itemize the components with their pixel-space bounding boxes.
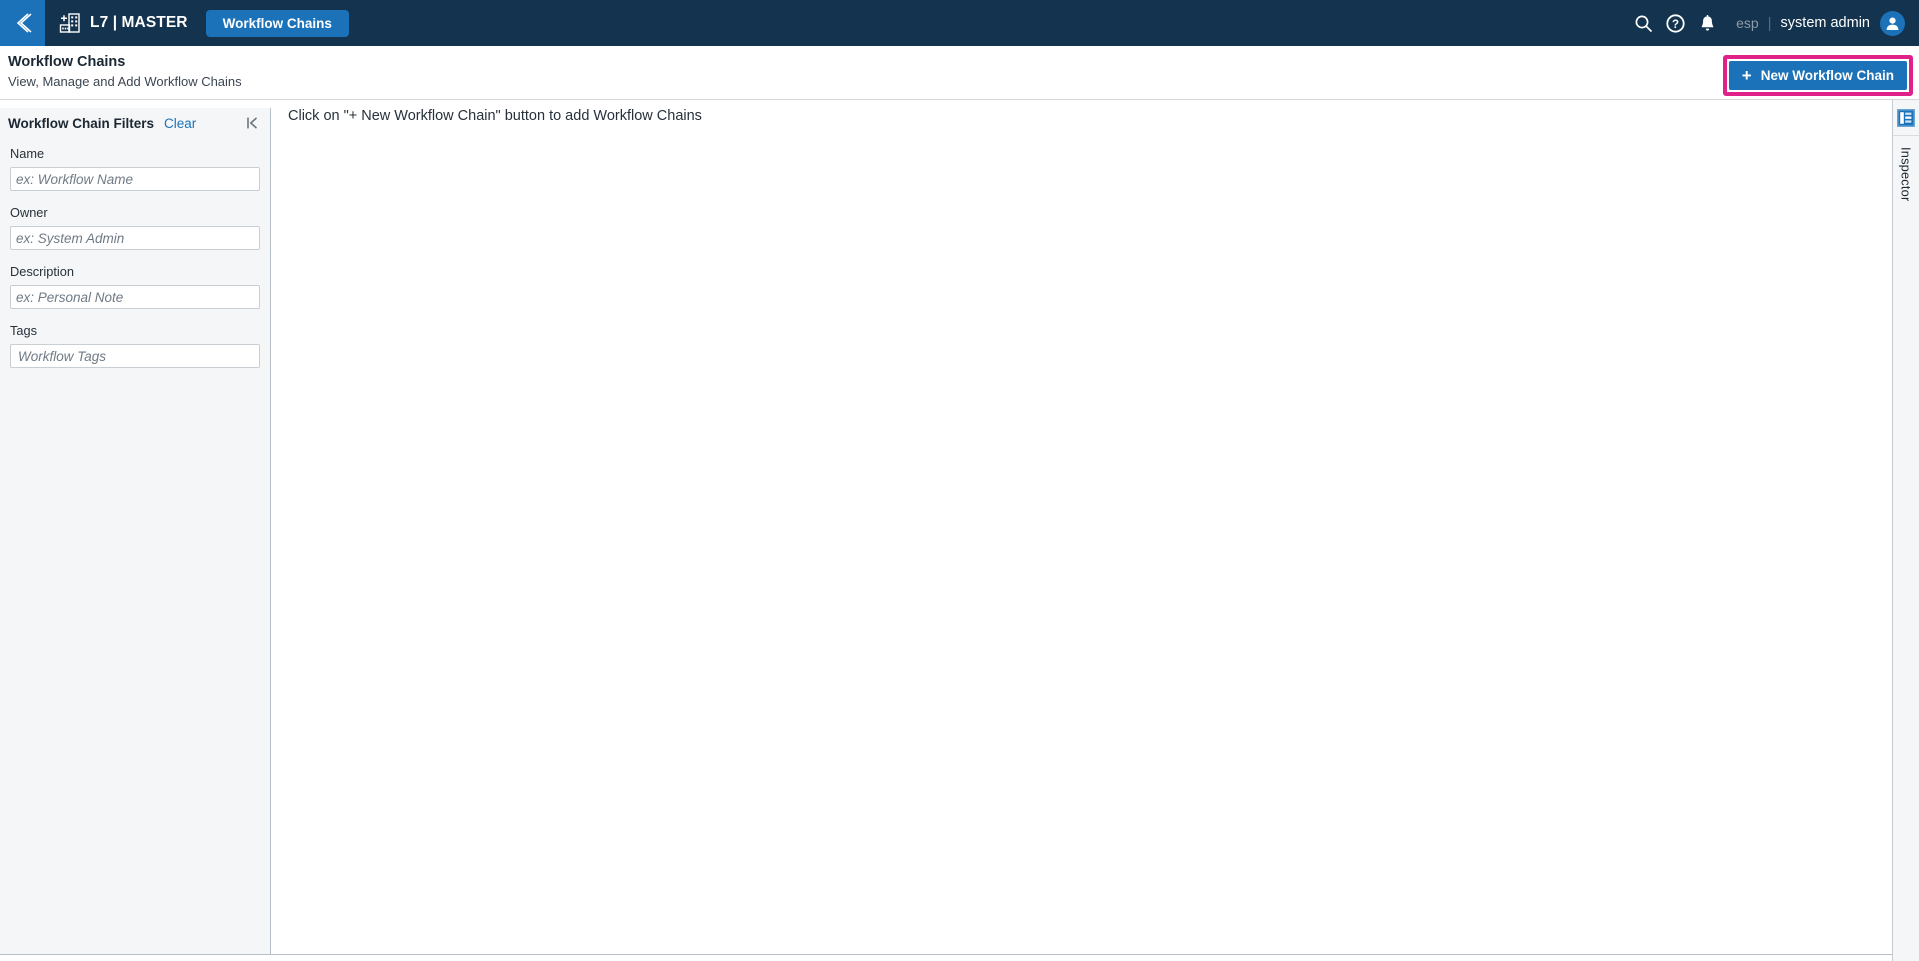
tags-input[interactable] [10, 344, 260, 368]
filters-list: Name Owner Description Tags [0, 138, 271, 382]
description-input[interactable] [10, 285, 260, 309]
page-subtitle: View, Manage and Add Workflow Chains [8, 74, 242, 89]
filter-field-tags: Tags [10, 323, 261, 368]
inspector-panel-icon [1897, 108, 1916, 127]
chevron-left-icon [13, 11, 33, 35]
collapse-panel-left-icon[interactable] [245, 116, 263, 130]
plus-icon: + [1741, 66, 1752, 85]
top-navigation-bar: L7 | MASTER Workflow Chains ? esp | syst [0, 0, 1919, 46]
new-workflow-chain-highlight: + New Workflow Chain [1722, 55, 1913, 96]
filters-sidebar: Workflow Chain Filters Clear Name Owner … [0, 108, 271, 955]
bell-icon[interactable] [1692, 8, 1722, 38]
inspector-divider [1893, 135, 1919, 136]
filter-label-tags: Tags [10, 323, 38, 338]
filter-label-description: Description [10, 264, 75, 279]
search-icon[interactable] [1628, 8, 1658, 38]
topbar-divider: | [1767, 14, 1772, 32]
page-header: Workflow Chains View, Manage and Add Wor… [0, 46, 1919, 100]
avatar[interactable] [1880, 10, 1905, 36]
clear-filters-link[interactable]: Clear [164, 116, 196, 131]
page-title: Workflow Chains [8, 54, 126, 70]
brand: L7 | MASTER [59, 12, 188, 34]
back-button[interactable] [0, 0, 45, 46]
filters-header: Workflow Chain Filters Clear [0, 108, 271, 138]
owner-input[interactable] [10, 226, 260, 250]
filters-title: Workflow Chain Filters [8, 115, 155, 131]
new-workflow-chain-button[interactable]: + New Workflow Chain [1728, 61, 1907, 90]
name-input[interactable] [10, 167, 260, 191]
main-content: Click on "+ New Workflow Chain" button t… [271, 108, 1892, 955]
filter-field-owner: Owner [10, 205, 261, 250]
filter-label-name: Name [10, 146, 45, 161]
topbar-actions: ? esp | system admin [1626, 8, 1919, 38]
svg-text:?: ? [1672, 19, 1679, 31]
filter-label-owner: Owner [10, 205, 48, 220]
filter-field-description: Description [10, 264, 261, 309]
inspector-panel-toggle[interactable]: Inspector [1892, 100, 1919, 961]
user-avatar-icon [1886, 17, 1899, 30]
inspector-label: Inspector [1898, 147, 1914, 202]
filter-field-name: Name [10, 146, 261, 191]
help-circle-icon[interactable]: ? [1660, 8, 1690, 38]
brand-name: L7 | MASTER [90, 14, 188, 31]
tab-workflow-chains[interactable]: Workflow Chains [205, 9, 349, 37]
empty-state-message: Click on "+ New Workflow Chain" button t… [288, 108, 702, 124]
facility-add-icon [59, 12, 81, 34]
new-workflow-chain-label: New Workflow Chain [1760, 68, 1894, 83]
language-selector[interactable]: esp [1736, 15, 1759, 31]
username-label[interactable]: system admin [1781, 15, 1870, 31]
